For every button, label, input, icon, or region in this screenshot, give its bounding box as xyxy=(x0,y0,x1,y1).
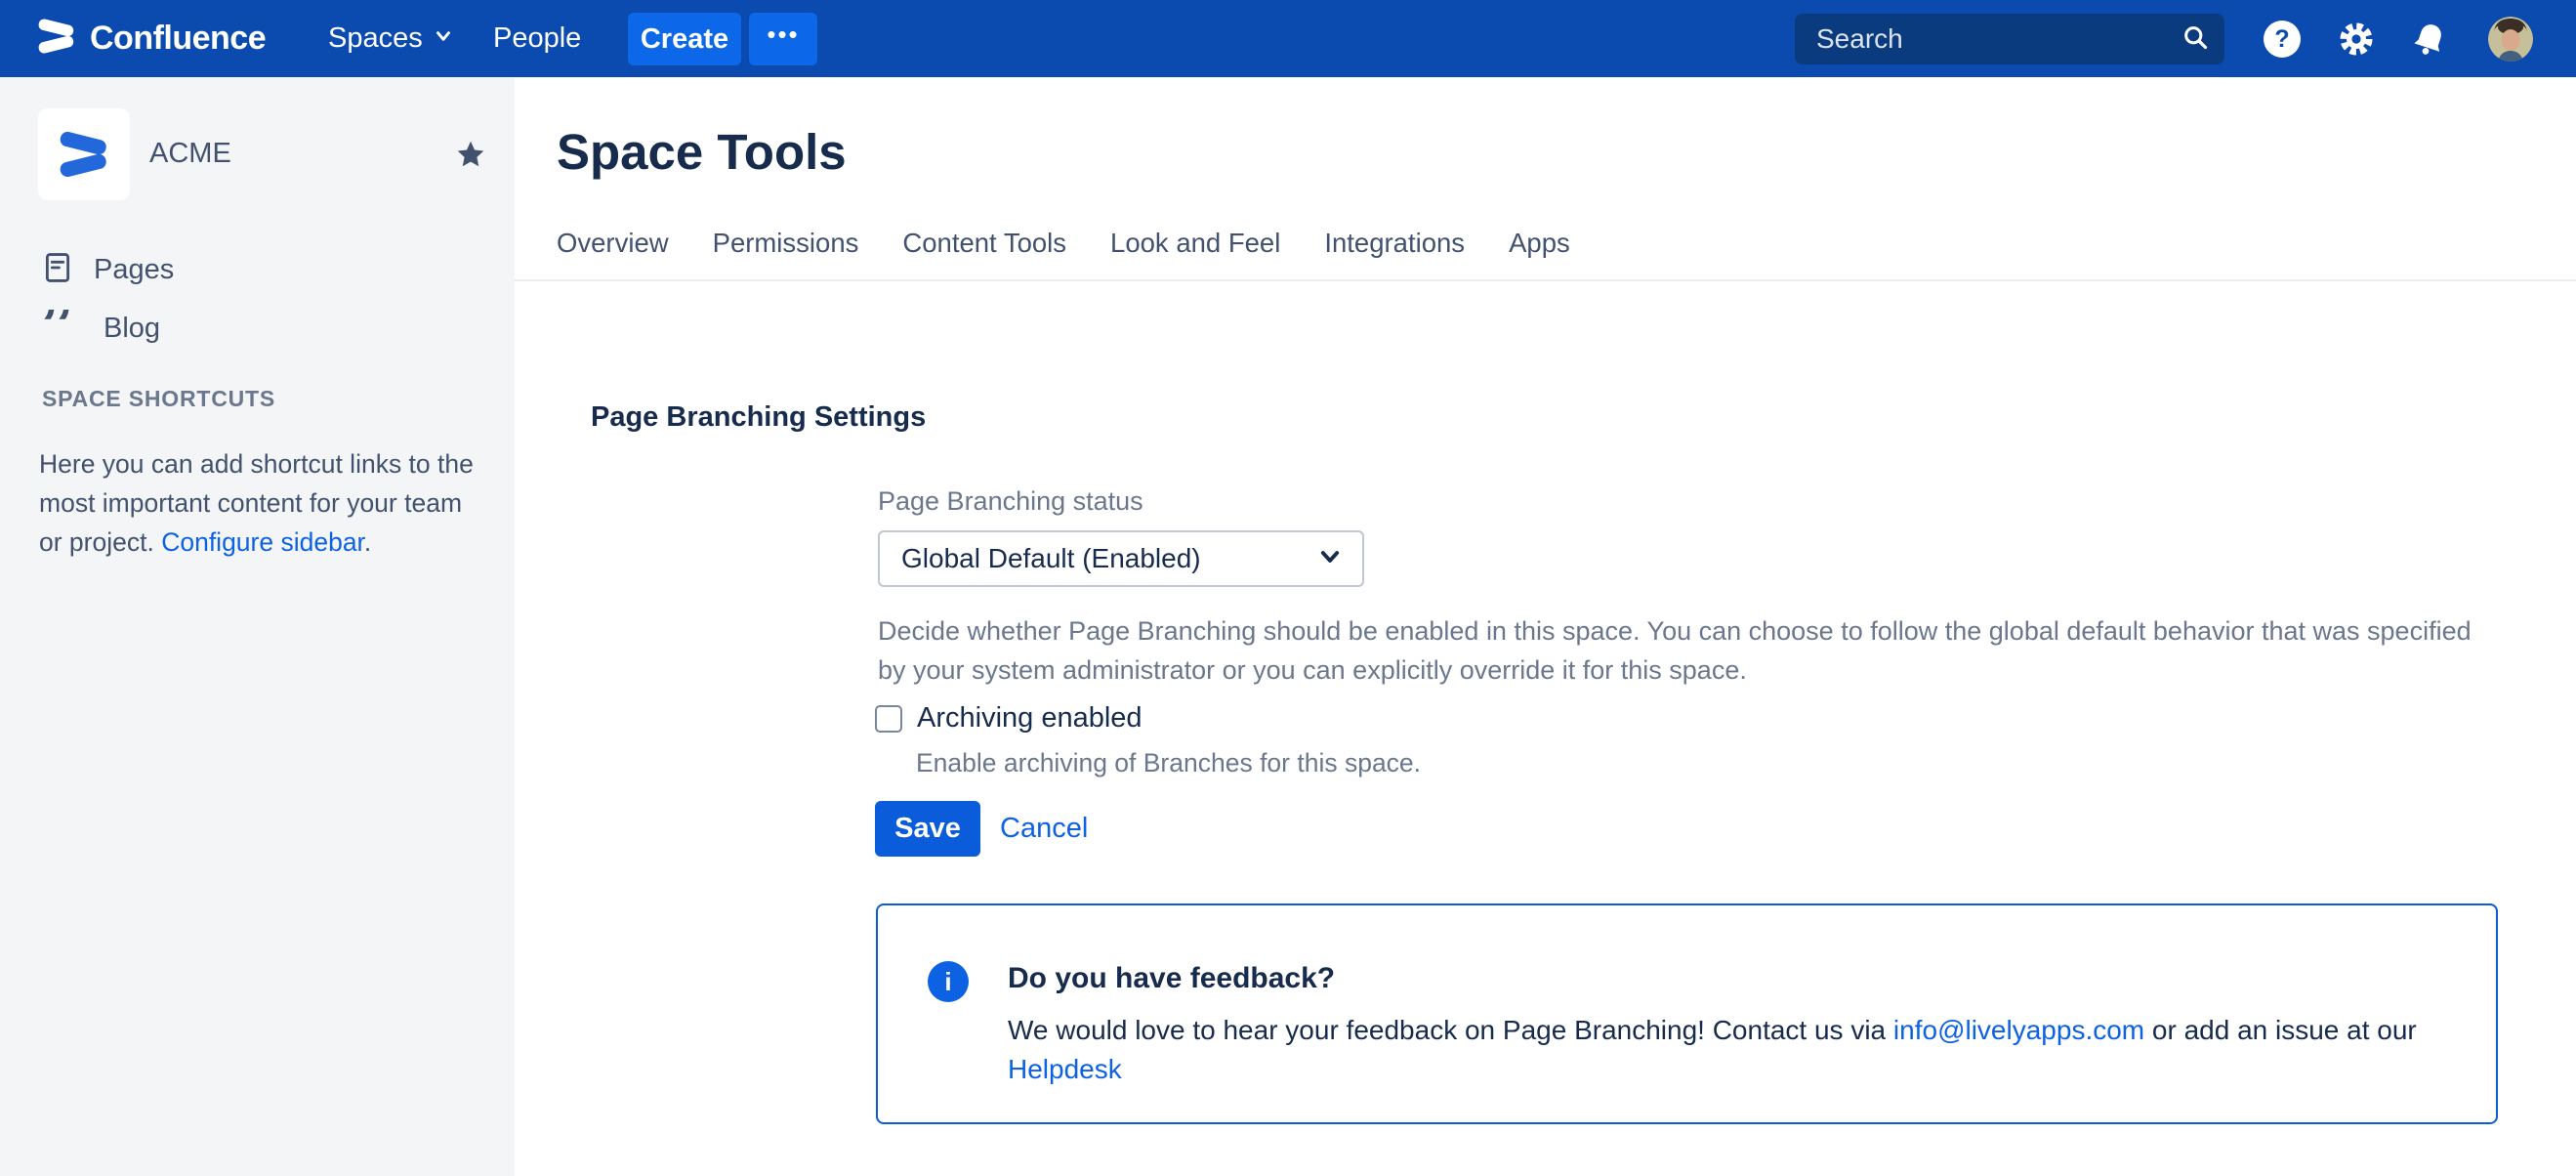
page-title: Space Tools xyxy=(557,123,847,181)
status-field-label: Page Branching status xyxy=(878,486,1143,517)
selected-option: Global Default (Enabled) xyxy=(880,543,1317,574)
chevron-down-icon xyxy=(433,22,454,55)
helpdesk-link[interactable]: Helpdesk xyxy=(1008,1054,1122,1084)
tab-overview[interactable]: Overview xyxy=(557,228,669,259)
tab-permissions[interactable]: Permissions xyxy=(713,228,859,259)
feedback-body: We would love to hear your feedback on P… xyxy=(1008,1011,2451,1089)
space-name[interactable]: ACME xyxy=(149,138,231,170)
space-sidebar: ACME Pages ” Blog SPACE SHORTCUTS Here y… xyxy=(0,77,515,1176)
shortcuts-text-part2: . xyxy=(364,527,371,557)
archiving-enabled-label: Archiving enabled xyxy=(917,702,1143,735)
notifications-bell-icon[interactable] xyxy=(2410,20,2449,63)
feedback-text-part2: or add an issue at our xyxy=(2144,1015,2417,1045)
page-branching-status-select[interactable]: Global Default (Enabled) xyxy=(878,530,1364,587)
space-shortcuts-heading: SPACE SHORTCUTS xyxy=(42,386,275,412)
sidebar-item-label: Pages xyxy=(94,254,174,286)
archiving-enabled-checkbox[interactable] xyxy=(875,705,902,733)
archiving-help-text: Enable archiving of Branches for this sp… xyxy=(916,748,1421,778)
nav-spaces-label: Spaces xyxy=(328,22,423,55)
email-link[interactable]: info@livelyapps.com xyxy=(1893,1015,2144,1045)
sidebar-item-pages[interactable]: Pages xyxy=(41,251,174,289)
confluence-logo-icon xyxy=(35,15,78,63)
create-button[interactable]: Create xyxy=(628,13,741,65)
chevron-down-icon xyxy=(1317,544,1343,574)
space-shortcuts-text: Here you can add shortcut links to the m… xyxy=(39,444,480,562)
tabs-divider xyxy=(515,279,2576,281)
confluence-space-tools-screen: Confluence Spaces People Create ••• ? xyxy=(0,0,2576,1176)
nav-spaces-menu[interactable]: Spaces xyxy=(328,0,454,77)
feedback-panel: i Do you have feedback? We would love to… xyxy=(876,903,2498,1124)
save-button[interactable]: Save xyxy=(875,801,980,857)
nav-people-label: People xyxy=(493,22,581,55)
brand-name: Confluence xyxy=(90,20,266,58)
tab-content-tools[interactable]: Content Tools xyxy=(902,228,1066,259)
main-content: Space Tools Overview Permissions Content… xyxy=(515,77,2576,1176)
global-search xyxy=(1795,14,2224,64)
search-input[interactable] xyxy=(1795,23,2181,55)
favorite-star-icon[interactable] xyxy=(455,139,486,175)
nav-people-link[interactable]: People xyxy=(493,0,581,77)
sidebar-item-label: Blog xyxy=(104,313,160,345)
feedback-text-part1: We would love to hear your feedback on P… xyxy=(1008,1015,1893,1045)
status-field-description: Decide whether Page Branching should be … xyxy=(878,612,2479,690)
sidebar-item-blog[interactable]: ” Blog xyxy=(39,310,160,347)
tab-integrations[interactable]: Integrations xyxy=(1324,228,1465,259)
top-navigation-bar: Confluence Spaces People Create ••• ? xyxy=(0,0,2576,77)
more-menu-button[interactable]: ••• xyxy=(749,13,817,65)
info-icon: i xyxy=(928,961,969,1002)
space-tools-tabs: Overview Permissions Content Tools Look … xyxy=(557,228,1570,259)
cancel-link[interactable]: Cancel xyxy=(1000,801,1088,857)
archiving-enabled-row: Archiving enabled xyxy=(875,702,1143,735)
settings-section-heading: Page Branching Settings xyxy=(591,401,926,434)
tab-apps[interactable]: Apps xyxy=(1509,228,1570,259)
blog-quote-icon: ” xyxy=(39,310,84,347)
user-avatar[interactable] xyxy=(2488,17,2533,62)
pages-document-icon xyxy=(41,251,74,289)
search-icon[interactable] xyxy=(2181,23,2209,56)
space-logo[interactable] xyxy=(38,108,130,200)
confluence-home-link[interactable]: Confluence xyxy=(35,0,266,77)
feedback-heading: Do you have feedback? xyxy=(1008,962,1335,995)
settings-gear-icon[interactable] xyxy=(2336,19,2377,64)
configure-sidebar-link[interactable]: Configure sidebar xyxy=(161,527,364,557)
help-icon[interactable]: ? xyxy=(2264,21,2301,58)
tab-look-and-feel[interactable]: Look and Feel xyxy=(1110,228,1280,259)
